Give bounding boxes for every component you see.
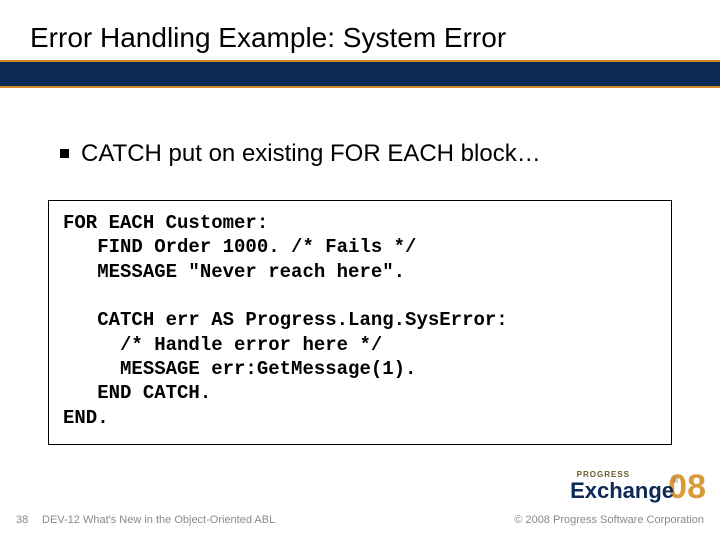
bullet-row: CATCH put on existing FOR EACH block… — [60, 140, 680, 168]
conference-logo: PROGRESS 08 Exchange ® — [552, 470, 702, 512]
title-block: Error Handling Example: System Error — [0, 22, 720, 88]
code-block: FOR EACH Customer: FIND Order 1000. /* F… — [48, 200, 672, 445]
slide-number: 38 — [16, 514, 42, 526]
bullet-marker — [60, 149, 69, 158]
bullet-text: CATCH put on existing FOR EACH block… — [81, 140, 541, 168]
slide-title: Error Handling Example: System Error — [0, 22, 720, 60]
logo-event-text: Exchange — [570, 478, 674, 504]
footer: 38 DEV-12 What's New in the Object-Orien… — [0, 514, 720, 526]
footer-copyright: © 2008 Progress Software Corporation — [514, 514, 704, 526]
footer-session-title: DEV-12 What's New in the Object-Oriented… — [42, 514, 514, 526]
title-accent-bar — [0, 60, 720, 88]
logo-registered-mark: ® — [673, 478, 678, 485]
